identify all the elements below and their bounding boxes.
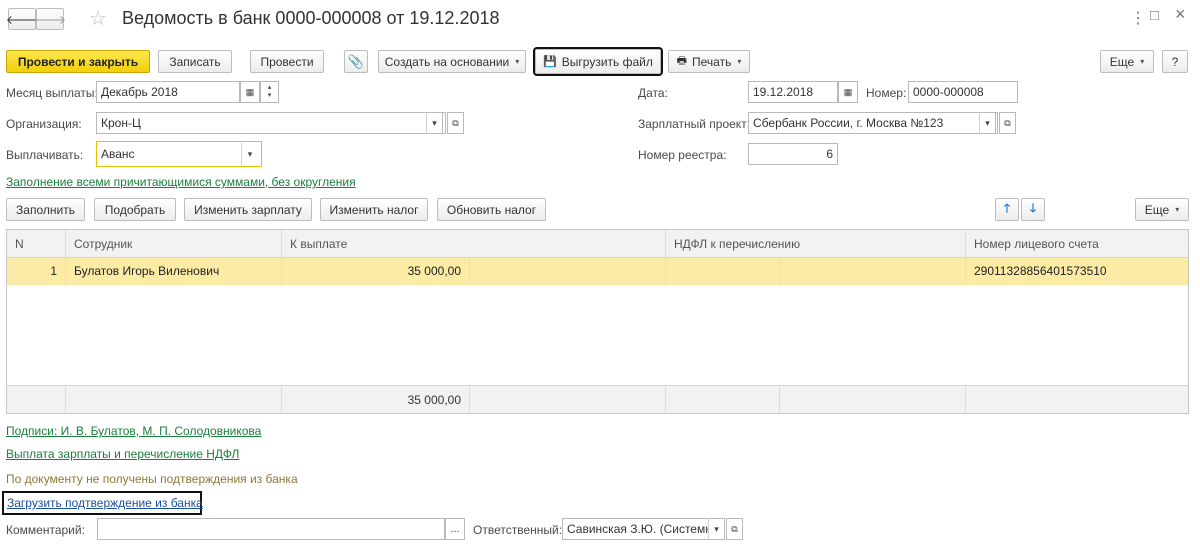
column-header-ndfl[interactable]: НДФЛ к перечислению bbox=[666, 230, 966, 258]
pay-label: Выплачивать: bbox=[6, 148, 84, 162]
row-employee-cell: Булатов Игорь Виленович bbox=[66, 258, 282, 285]
chevron-down-icon: ▾ bbox=[1140, 57, 1145, 66]
column-header-account[interactable]: Номер лицевого счета bbox=[966, 230, 1188, 258]
date-field[interactable]: 19.12.2018 bbox=[748, 81, 838, 103]
change-salary-button[interactable]: Изменить зарплату bbox=[184, 198, 312, 221]
help-button[interactable]: ? bbox=[1162, 50, 1188, 73]
attach-button[interactable]: 📎 bbox=[344, 50, 368, 73]
change-tax-button[interactable]: Изменить налог bbox=[320, 198, 428, 221]
create-based-on-label: Создать на основании bbox=[384, 54, 510, 69]
date-label: Дата: bbox=[638, 86, 668, 100]
calendar-icon[interactable]: ▦ bbox=[838, 81, 858, 103]
number-field[interactable]: 0000-000008 bbox=[908, 81, 1018, 103]
forward-button[interactable]: 🡒 bbox=[33, 8, 67, 30]
upload-file-button[interactable]: 💾 Выгрузить файл bbox=[533, 47, 663, 76]
printer-icon: 🖶 bbox=[676, 55, 688, 67]
maximize-icon[interactable]: □ bbox=[1150, 7, 1159, 24]
fill-mode-link[interactable]: Заполнение всеми причитающимися суммами,… bbox=[6, 175, 356, 189]
create-based-on-button[interactable]: Создать на основании ▾ bbox=[378, 50, 526, 73]
row-amount-cell: 35 000,00 bbox=[282, 258, 470, 285]
footer-amount-extra-cell bbox=[470, 385, 666, 413]
number-label: Номер: bbox=[866, 86, 907, 100]
responsible-field[interactable]: Савинская З.Ю. (Системн bbox=[562, 518, 710, 540]
column-header-employee[interactable]: Сотрудник bbox=[66, 230, 282, 258]
chevron-down-icon: ▾ bbox=[515, 57, 520, 66]
open-link-icon[interactable]: ⧉ bbox=[999, 112, 1016, 134]
move-down-button[interactable]: 🡓 bbox=[1021, 198, 1045, 221]
table-more-button[interactable]: Еще ▾ bbox=[1135, 198, 1189, 221]
arrow-down-icon: 🡓 bbox=[1029, 201, 1037, 215]
month-label: Месяц выплаты: bbox=[6, 86, 98, 100]
pick-button[interactable]: Подобрать bbox=[94, 198, 176, 221]
print-label: Печать bbox=[692, 54, 732, 69]
update-tax-button[interactable]: Обновить налог bbox=[437, 198, 546, 221]
salary-project-label: Зарплатный проект: bbox=[638, 117, 751, 131]
move-up-button[interactable]: 🡑 bbox=[995, 198, 1019, 221]
registry-field[interactable]: 6 bbox=[748, 143, 838, 165]
fill-button[interactable]: Заполнить bbox=[6, 198, 85, 221]
back-button[interactable]: 🡐 bbox=[6, 8, 38, 30]
month-field[interactable]: Декабрь 2018 bbox=[96, 81, 240, 103]
more-options-icon[interactable]: ⋮ bbox=[1130, 8, 1146, 28]
table-more-label: Еще bbox=[1144, 202, 1170, 217]
chevron-down-icon[interactable]: ▾ bbox=[708, 518, 725, 540]
page-title: Ведомость в банк 0000-000008 от 19.12.20… bbox=[122, 8, 500, 28]
column-header-n[interactable]: N bbox=[7, 230, 66, 258]
chevron-down-icon[interactable]: ▾ bbox=[241, 143, 258, 165]
save-button[interactable]: Записать bbox=[158, 50, 232, 73]
payments-table[interactable]: N Сотрудник К выплате НДФЛ к перечислени… bbox=[6, 229, 1189, 414]
row-n-cell: 1 bbox=[7, 258, 66, 285]
arrow-right-icon: 🡒 bbox=[33, 12, 67, 27]
pay-field[interactable]: Аванс bbox=[96, 141, 262, 167]
post-button[interactable]: Провести bbox=[250, 50, 324, 73]
comment-label: Комментарий: bbox=[6, 523, 85, 537]
org-label: Организация: bbox=[6, 117, 82, 131]
upload-file-icon: 💾 bbox=[543, 56, 557, 68]
responsible-label: Ответственный: bbox=[473, 523, 563, 537]
chevron-down-icon[interactable]: ▾ bbox=[979, 112, 996, 134]
signatures-link[interactable]: Подписи: И. В. Булатов, М. П. Солодовник… bbox=[6, 424, 261, 438]
footer-ndfl-extra-cell bbox=[780, 385, 966, 413]
load-confirmation-link[interactable]: Загрузить подтверждение из банка bbox=[7, 496, 203, 510]
open-link-icon[interactable]: ⧉ bbox=[447, 112, 464, 134]
footer-ndfl-cell bbox=[666, 385, 780, 413]
calendar-icon[interactable]: ▦ bbox=[240, 81, 260, 103]
row-account-cell: 29011328856401573510 bbox=[966, 258, 1188, 285]
registry-label: Номер реестра: bbox=[638, 148, 727, 162]
chevron-down-icon: ▾ bbox=[1175, 205, 1180, 214]
more-label: Еще bbox=[1109, 54, 1135, 69]
column-header-amount[interactable]: К выплате bbox=[282, 230, 666, 258]
row-amount-extra-cell bbox=[470, 258, 666, 285]
print-button[interactable]: 🖶 Печать ▾ bbox=[668, 50, 750, 73]
stepper-icon[interactable]: ▴ ▾ bbox=[260, 81, 279, 103]
org-field[interactable]: Крон-Ц bbox=[96, 112, 446, 134]
comment-field[interactable] bbox=[97, 518, 445, 540]
chevron-down-icon[interactable]: ▾ bbox=[426, 112, 443, 134]
close-icon[interactable]: × bbox=[1175, 4, 1186, 25]
ellipsis-icon[interactable]: ... bbox=[445, 518, 465, 540]
payment-link[interactable]: Выплата зарплаты и перечисление НДФЛ bbox=[6, 447, 239, 461]
upload-file-label: Выгрузить файл bbox=[561, 54, 653, 69]
footer-total-amount: 35 000,00 bbox=[282, 385, 470, 413]
arrow-up-icon: 🡑 bbox=[1003, 201, 1011, 215]
paperclip-icon: 📎 bbox=[347, 53, 365, 69]
footer-n-cell bbox=[7, 385, 66, 413]
row-ndfl-extra-cell bbox=[780, 258, 966, 285]
open-link-icon[interactable]: ⧉ bbox=[726, 518, 743, 540]
post-and-close-button[interactable]: Провести и закрыть bbox=[6, 50, 150, 73]
status-text: По документу не получены подтверждения и… bbox=[6, 472, 298, 486]
row-ndfl-cell bbox=[666, 258, 780, 285]
salary-project-field[interactable]: Сбербанк России, г. Москва №123 bbox=[748, 112, 998, 134]
chevron-down-icon: ▾ bbox=[737, 57, 742, 66]
favorite-star-icon[interactable]: ☆ bbox=[89, 6, 107, 31]
footer-account-cell bbox=[966, 385, 1188, 413]
footer-employee-cell bbox=[66, 385, 282, 413]
more-button[interactable]: Еще ▾ bbox=[1100, 50, 1154, 73]
